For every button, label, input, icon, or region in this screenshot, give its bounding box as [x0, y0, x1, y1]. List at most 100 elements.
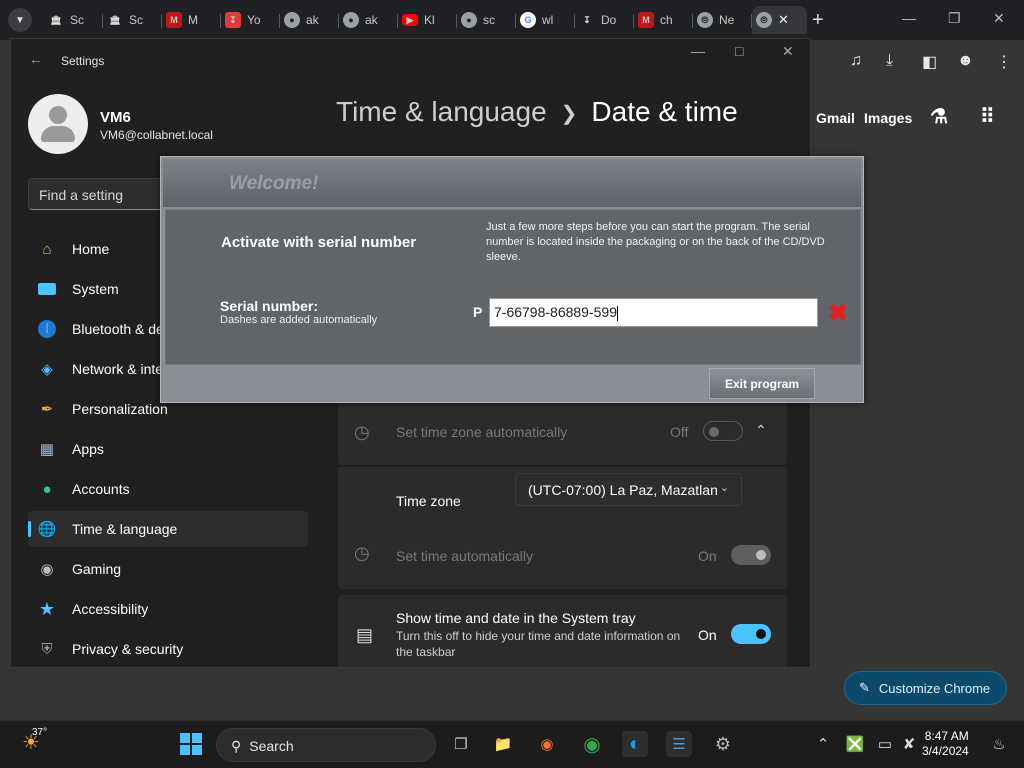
tab[interactable]: 🏛 Sc [103, 6, 162, 34]
settings-maximize-icon[interactable]: □ [735, 43, 743, 59]
globe-clock-icon: 🌐 [37, 521, 57, 538]
tab[interactable]: ● sc [457, 6, 516, 34]
tray-toggle[interactable] [731, 624, 771, 644]
display-icon[interactable]: ▭ [872, 731, 898, 757]
tab[interactable]: ⦾ Ne [693, 6, 752, 34]
tab[interactable]: Gwl [516, 6, 575, 34]
network-offline-icon[interactable]: ❎ [842, 731, 868, 757]
timezone-label: Time zone [396, 493, 461, 509]
file-explorer-icon[interactable]: 📁 [490, 731, 516, 757]
tab[interactable]: 🏛 Sc [44, 6, 103, 34]
tab-label: ch [660, 13, 673, 27]
back-arrow-icon[interactable]: ← [29, 51, 43, 67]
customize-chrome-button[interactable]: ✎ Customize Chrome [844, 671, 1007, 705]
tab[interactable]: MM [162, 6, 221, 34]
tab-search-button[interactable]: ▼ [8, 8, 32, 32]
timezone-dropdown[interactable]: (UTC-07:00) La Paz, Mazatlan ⌄ [515, 473, 742, 506]
task-view-icon[interactable]: ❐ [448, 731, 474, 757]
chrome-icon: ⦾ [756, 12, 772, 28]
close-icon[interactable]: ✕ [778, 12, 789, 28]
chrome-icon: ⦾ [697, 12, 713, 28]
system-clock[interactable]: 8:47 AM 3/4/2024 [922, 729, 969, 759]
tab-label: wl [542, 13, 554, 27]
tz-auto-state: Off [670, 424, 689, 440]
tray-chevron-up-icon[interactable]: ⌃ [810, 731, 836, 757]
images-link[interactable]: Images [864, 110, 912, 126]
nav-item-accounts[interactable]: ● Accounts [28, 471, 308, 507]
firefox-icon[interactable]: ◉ [534, 731, 560, 757]
exit-program-button[interactable]: Exit program [709, 368, 815, 399]
nav-item-gaming[interactable]: ◉ Gaming [28, 551, 308, 587]
new-tab-button[interactable]: + [812, 8, 824, 32]
maximize-icon[interactable]: ❐ [948, 10, 961, 27]
serial-label: Serial number: [220, 298, 319, 314]
profile-icon[interactable]: ☻ [957, 52, 974, 70]
tab-label: ak [365, 13, 378, 27]
tray-label: Show time and date in the System tray [396, 610, 636, 626]
avatar[interactable] [28, 94, 88, 154]
tab[interactable]: ▶ Kl [398, 6, 457, 34]
serial-prefix: P [473, 304, 483, 320]
tz-auto-label: Set time zone automatically [396, 424, 568, 440]
volume-muted-icon[interactable]: ✘ [896, 731, 922, 757]
shield-icon: ⛨ [41, 640, 53, 658]
tab-label: M [188, 13, 198, 27]
edge-icon[interactable]: ◐ [622, 731, 648, 757]
settings-gear-icon[interactable]: ⚙ [710, 731, 736, 757]
tab[interactable]: ↧ Do [575, 6, 634, 34]
accounts-icon: ● [42, 480, 52, 498]
minimize-icon[interactable]: — [902, 10, 916, 26]
time-auto-toggle[interactable] [731, 545, 771, 565]
downloads-icon: ↧ [583, 14, 591, 25]
nav-item-apps[interactable]: ▦ Apps [28, 431, 308, 467]
windows-start-icon[interactable] [178, 731, 204, 757]
bluetooth-icon: ᛁ [37, 319, 57, 339]
serial-input[interactable]: 7-66798-86889-599 [489, 298, 818, 327]
tab-label: Sc [70, 13, 85, 27]
nav-item-privacy[interactable]: ⛨ Privacy & security [28, 631, 308, 667]
gamepad-icon: ◉ [40, 561, 54, 578]
system-tray-card: ▤ Show time and date in the System tray … [338, 595, 787, 667]
apps-grid-icon[interactable]: ⠿ [980, 104, 995, 129]
settings-close-icon[interactable]: ✕ [782, 43, 794, 60]
tab[interactable]: ● ak [339, 6, 398, 34]
breadcrumb-parent[interactable]: Time & language [336, 96, 547, 127]
time-auto-state: On [698, 548, 717, 564]
tab[interactable]: Mch [634, 6, 693, 34]
chrome-icon[interactable]: ◉ [579, 731, 605, 757]
download-icon[interactable]: ⤓ [886, 52, 893, 70]
apps-icon: ▦ [39, 441, 55, 458]
clock-globe-icon: ◷ [354, 422, 370, 442]
calendar-clock-icon: ▤ [356, 625, 374, 645]
media-icon[interactable]: ♫ [850, 52, 862, 70]
tab-active[interactable]: ⦾ ✕ [752, 6, 807, 34]
nav-item-time-language[interactable]: 🌐 Time & language [28, 511, 308, 547]
welcome-dialog: Welcome! Activate with serial number Jus… [160, 156, 864, 403]
labs-flask-icon[interactable]: ⚗ [930, 104, 948, 129]
settings-minimize-icon[interactable]: — [691, 43, 705, 59]
invalid-x-icon: ✖ [828, 300, 849, 327]
nav-item-accessibility[interactable]: ★ Accessibility [28, 591, 308, 627]
tab-label: sc [483, 13, 495, 27]
notification-bell-icon[interactable]: ♨ [986, 731, 1012, 757]
tab[interactable]: ● ak [280, 6, 339, 34]
serial-note: Dashes are added automatically [220, 314, 378, 326]
close-window-icon[interactable]: ✕ [993, 10, 1005, 27]
system-icon [37, 279, 57, 299]
installer-app-icon[interactable]: ☰ [666, 731, 692, 757]
wifi-icon: ◈ [41, 361, 53, 378]
more-menu-icon[interactable]: ⋮ [996, 52, 1012, 72]
tz-auto-toggle[interactable] [703, 421, 743, 441]
tz-auto-card: ◷ Set time zone automatically Off ⌃ [338, 395, 787, 465]
user-name: VM6 [100, 109, 131, 126]
side-panel-icon[interactable]: ◧ [922, 52, 937, 72]
taskbar-search[interactable]: ⚲ Search [216, 728, 436, 762]
settings-title: Settings [61, 54, 105, 68]
tab[interactable]: ↧ Yo [221, 6, 280, 34]
chevron-up-icon[interactable]: ⌃ [755, 422, 767, 439]
breadcrumb: Time & language ❯ Date & time [336, 96, 738, 128]
taskbar: ☀ 37° ⚲ Search ❐ 📁 ◉ ◉ ◐ ☰ ⚙ ⌃ ❎ ▭ ✘ 8:47… [0, 720, 1024, 768]
gmail-link[interactable]: Gmail [816, 110, 855, 126]
browser-tab-strip: ▼ 🏛 Sc 🏛 Sc MM ↧ Yo ● ak ● ak ▶ Kl ● sc Gwl ↧ Do… [0, 0, 1024, 40]
tab-label: Kl [424, 13, 435, 27]
